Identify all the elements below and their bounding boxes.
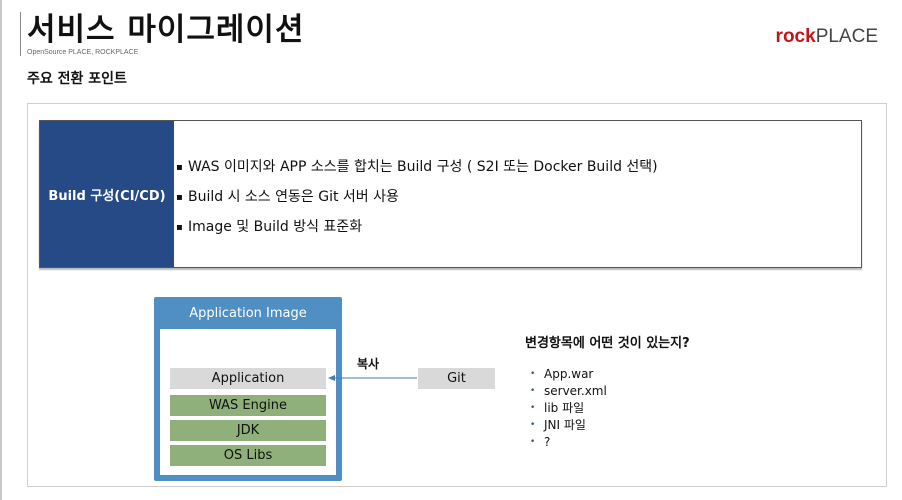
bullet-dot-icon: • [530, 386, 536, 396]
bullet-dot-icon: • [530, 437, 536, 447]
change-item-text: server.xml [544, 384, 607, 398]
change-item: • App.war [530, 366, 607, 383]
changes-list: • App.war • server.xml • lib 파일 • JNI 파일 •? [530, 366, 607, 451]
change-item: •? [530, 434, 607, 451]
bullet-dot-icon: • [530, 403, 536, 413]
arrow-head-icon [328, 375, 335, 381]
git-box: Git [418, 368, 495, 389]
change-item: • server.xml [530, 383, 607, 400]
change-item-text: App.war [544, 367, 594, 381]
changes-title: 변경항목에 어떤 것이 있는지? [525, 336, 690, 351]
change-item-text: ? [544, 435, 551, 449]
change-item-text: lib 파일 [544, 401, 585, 415]
copy-arrow-layer [328, 375, 417, 381]
change-item: • JNI 파일 [530, 417, 607, 434]
copy-label: 복사 [357, 357, 380, 371]
bullet-dot-icon: • [530, 420, 536, 430]
change-item: • lib 파일 [530, 400, 607, 417]
change-item-text: JNI 파일 [544, 418, 586, 432]
bullet-dot-icon: • [530, 369, 536, 379]
